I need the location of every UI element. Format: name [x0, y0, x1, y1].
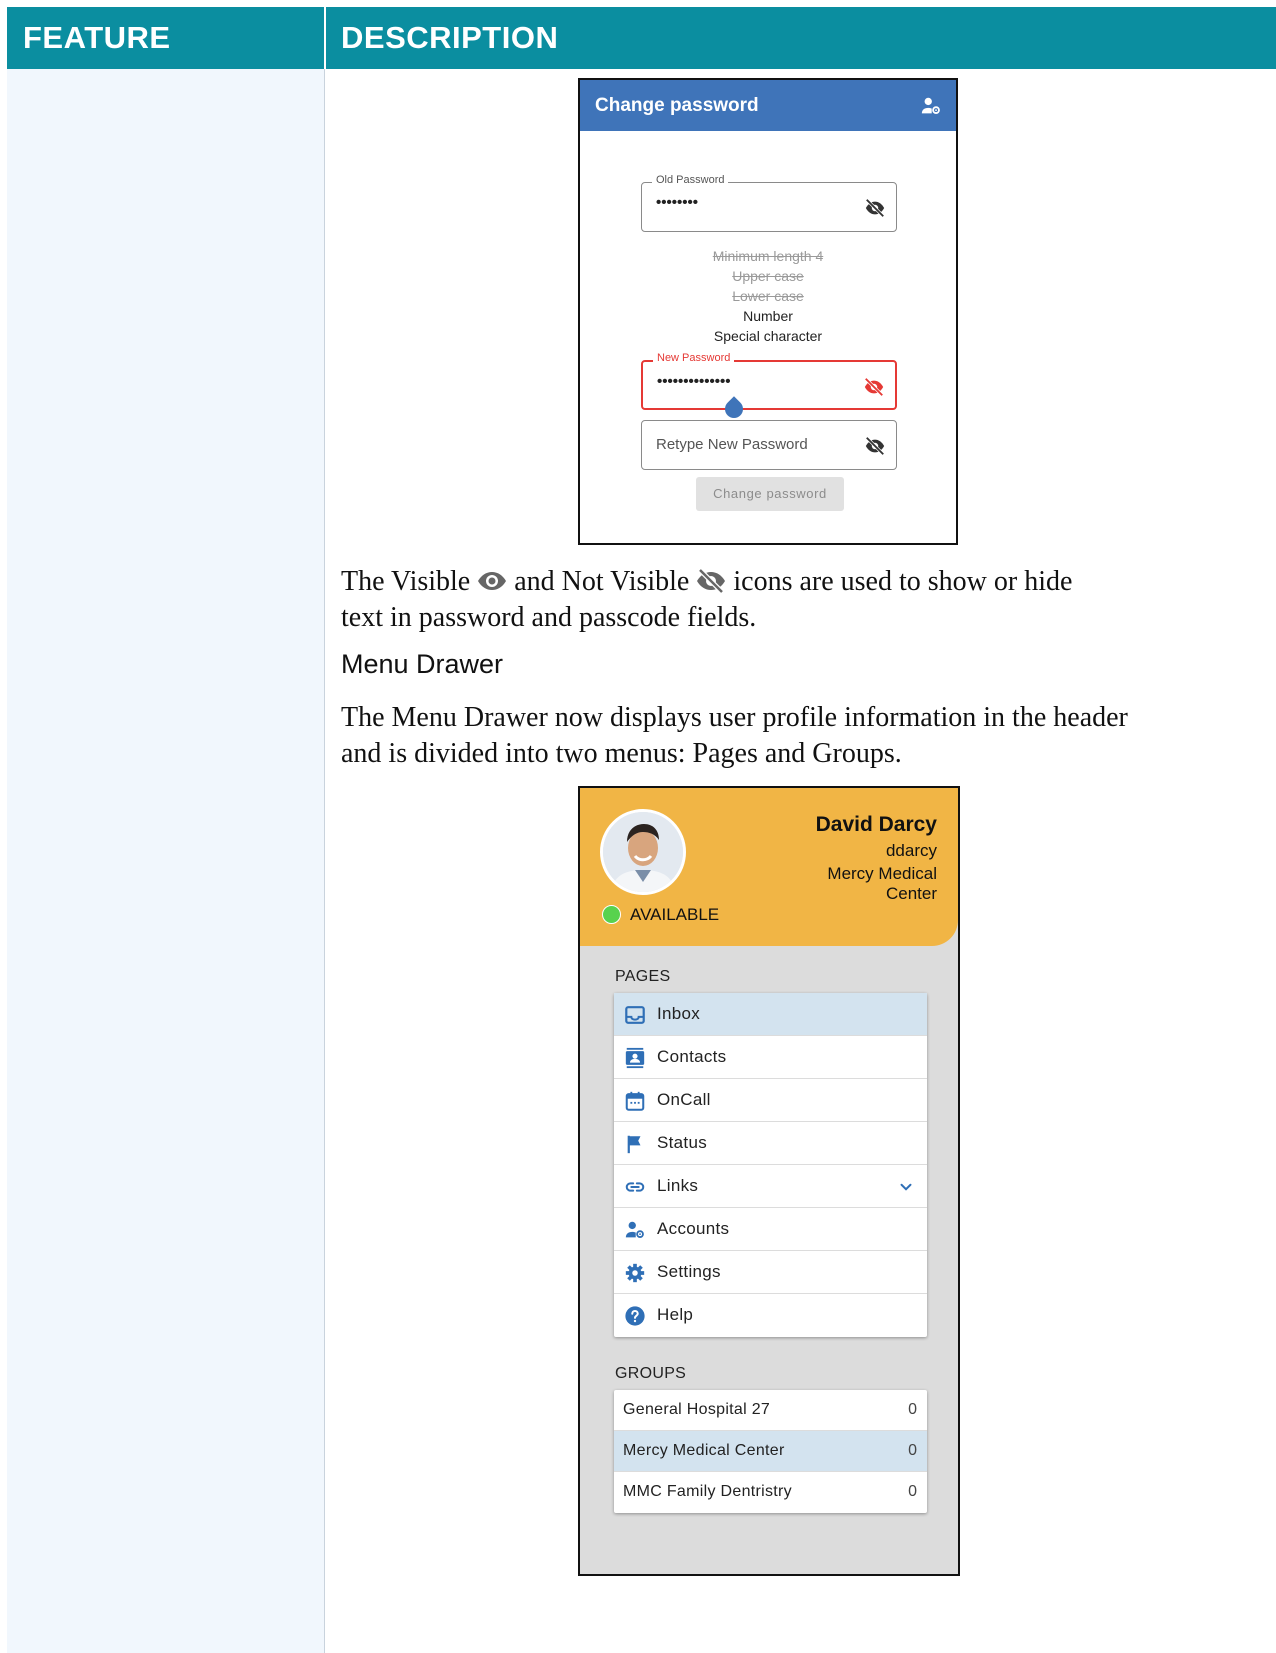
groups-section-label: GROUPS	[615, 1365, 687, 1382]
group-item[interactable]: Mercy Medical Center 0	[614, 1431, 927, 1472]
menu-label: Settings	[657, 1262, 721, 1281]
group-name: General Hospital 27	[623, 1401, 771, 1418]
retype-password-field[interactable]: Retype New Password	[641, 420, 897, 470]
calendar-icon	[625, 1091, 645, 1111]
old-password-label: Old Password	[652, 174, 729, 186]
change-password-button[interactable]: Change password	[696, 477, 844, 511]
old-password-value: ••••••••	[656, 194, 699, 211]
para1-text-1: The Visible	[341, 566, 471, 597]
pages-menu: Inbox Contacts OnCall Status Links Accou…	[614, 993, 927, 1337]
menu-item-status[interactable]: Status	[614, 1122, 927, 1165]
menu-label: Inbox	[657, 1004, 701, 1023]
new-password-label: New Password	[653, 352, 735, 364]
menu-item-help[interactable]: Help	[614, 1294, 927, 1337]
table-header: FEATURE DESCRIPTION	[7, 7, 1276, 69]
new-password-field[interactable]: New Password ••••••••••••••	[641, 352, 897, 422]
para1-text-2: and Not Visible	[514, 566, 690, 597]
group-name: Mercy Medical Center	[623, 1442, 785, 1459]
retype-password-placeholder: Retype New Password	[656, 436, 808, 453]
avatar-photo	[603, 812, 683, 892]
user-organization: Mercy Medical Center	[827, 864, 937, 903]
group-item[interactable]: MMC Family Dentristry 0	[614, 1472, 927, 1513]
user-name: David Darcy	[815, 813, 937, 836]
accounts-icon	[625, 1221, 644, 1238]
menu-label: Links	[657, 1176, 699, 1195]
menu-drawer-heading: Menu Drawer	[341, 649, 504, 679]
rule-upper-case: Upper case	[732, 268, 804, 284]
para2-line-2: and is divided into two menus: Pages and…	[341, 738, 902, 769]
feature-cell	[7, 69, 324, 1653]
menu-item-accounts[interactable]: Accounts	[614, 1208, 927, 1251]
group-count: 0	[908, 1442, 917, 1459]
menu-label: OnCall	[657, 1090, 711, 1109]
menu-label: Contacts	[657, 1047, 727, 1066]
chevron-down-icon[interactable]	[897, 1178, 915, 1196]
rule-lower-case: Lower case	[732, 288, 804, 304]
pages-section-label: PAGES	[615, 968, 671, 985]
menu-label: Status	[657, 1133, 707, 1152]
menu-drawer-paragraph: The Menu Drawer now displays user profil…	[341, 700, 1128, 772]
feature-column-header: FEATURE	[23, 20, 171, 55]
menu-label: Accounts	[657, 1219, 730, 1238]
column-divider	[324, 69, 325, 1653]
groups-menu: General Hospital 27 0 Mercy Medical Cent…	[614, 1390, 927, 1513]
rule-number: Number	[743, 308, 793, 324]
status-text[interactable]: AVAILABLE	[630, 905, 719, 925]
old-password-field[interactable]: Old Password ••••••••	[641, 174, 897, 232]
menu-drawer-screenshot: AVAILABLE David Darcy ddarcy Mercy Medic…	[578, 786, 960, 1576]
menu-item-inbox[interactable]: Inbox	[614, 993, 927, 1036]
description-column-header: DESCRIPTION	[341, 20, 559, 55]
drawer-profile-header: AVAILABLE David Darcy ddarcy Mercy Medic…	[580, 788, 958, 946]
menu-item-links[interactable]: Links	[614, 1165, 927, 1208]
not-visible-icon	[697, 568, 726, 594]
link-icon	[625, 1182, 645, 1192]
eye-off-icon[interactable]	[864, 197, 886, 219]
rule-special-character: Special character	[713, 328, 823, 344]
gear-icon	[625, 1263, 645, 1283]
eye-off-icon[interactable]	[863, 376, 885, 398]
header-divider	[324, 7, 326, 69]
username: ddarcy	[885, 841, 937, 860]
para1-text-3: icons are used to show or hide	[733, 566, 1073, 597]
contacts-icon	[625, 1047, 645, 1069]
rule-min-length: Minimum length 4	[712, 248, 824, 264]
change-password-appbar: Change password	[580, 80, 956, 131]
status-indicator	[602, 905, 621, 924]
menu-item-oncall[interactable]: OnCall	[614, 1079, 927, 1122]
visibility-icons-paragraph: The Visible and Not Visible icons are us…	[341, 564, 1072, 636]
text-cursor-handle[interactable]	[721, 396, 747, 422]
menu-item-contacts[interactable]: Contacts	[614, 1036, 927, 1079]
menu-item-settings[interactable]: Settings	[614, 1251, 927, 1294]
accounts-icon[interactable]	[920, 95, 942, 117]
new-password-value: ••••••••••••••	[657, 373, 731, 390]
inbox-icon	[625, 1006, 645, 1024]
para2-line-1: The Menu Drawer now displays user profil…	[341, 702, 1128, 733]
menu-label: Help	[657, 1305, 694, 1324]
para1-text-4: text in password and passcode fields.	[341, 602, 757, 633]
group-count: 0	[908, 1483, 917, 1500]
help-icon	[625, 1306, 645, 1326]
flag-icon	[627, 1135, 641, 1154]
avatar[interactable]	[600, 809, 686, 895]
change-password-title: Change password	[595, 95, 759, 116]
eye-off-icon[interactable]	[864, 435, 886, 457]
group-count: 0	[908, 1401, 917, 1418]
change-password-screenshot: Change password Old Password •••••••• Mi…	[578, 78, 958, 545]
visible-icon	[478, 572, 507, 590]
group-item[interactable]: General Hospital 27 0	[614, 1390, 927, 1431]
group-name: MMC Family Dentristry	[623, 1483, 792, 1500]
